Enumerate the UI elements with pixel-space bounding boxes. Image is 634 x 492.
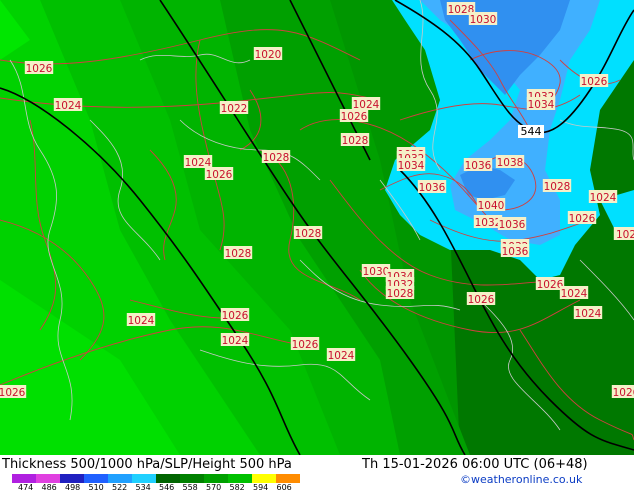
legend-swatch: [108, 474, 132, 483]
pressure-label: 1038: [497, 157, 524, 169]
pressure-label: 1026: [292, 339, 319, 351]
legend-tick: 510: [88, 483, 104, 492]
pressure-label: 1026: [468, 294, 495, 306]
legend-tick: 474: [18, 483, 34, 492]
pressure-label: 1022: [221, 103, 248, 115]
height-label-544: 544: [521, 125, 542, 138]
legend-swatch: [36, 474, 60, 483]
legend-swatch: [252, 474, 276, 483]
pressure-label: 1024: [575, 308, 602, 320]
pressure-label: 1026: [0, 387, 26, 399]
pressure-label: 1034: [528, 99, 555, 111]
legend-swatch: [132, 474, 156, 483]
legend-tick: 546: [159, 483, 175, 492]
pressure-label: 1020: [255, 49, 282, 61]
legend-tick: 570: [206, 483, 222, 492]
legend-swatch: [12, 474, 36, 483]
pressure-label: 1024: [561, 288, 588, 300]
legend-tick: 486: [41, 483, 57, 492]
pressure-label: 1040: [478, 200, 505, 212]
pressure-label: 1032: [475, 217, 502, 229]
credit-link[interactable]: ©weatheronline.co.uk: [460, 473, 582, 486]
map-footer: Thickness 500/1000 hPa/SLP/Height 500 hP…: [0, 455, 634, 492]
legend-swatch: [156, 474, 180, 483]
legend-swatch: [228, 474, 252, 483]
pressure-label: 1024: [55, 100, 82, 112]
legend-tick: 606: [276, 483, 292, 492]
pressure-label: 1028: [544, 181, 571, 193]
pressure-label: 1030: [470, 14, 497, 26]
pressure-label: 1030: [363, 266, 390, 278]
legend-tick: 594: [253, 483, 269, 492]
legend-tick: 582: [229, 483, 245, 492]
pressure-label: 1036: [465, 160, 492, 172]
pressure-label: 1028: [263, 152, 290, 164]
thickness-legend-bar: [12, 474, 300, 483]
legend-swatch: [60, 474, 84, 483]
pressure-label: 1026: [26, 63, 53, 75]
legend-tick: 534: [135, 483, 151, 492]
legend-swatch: [180, 474, 204, 483]
pressure-label: 1024: [222, 335, 249, 347]
pressure-label: 1026: [537, 279, 564, 291]
valid-time: Th 15-01-2026 06:00 UTC (06+48): [362, 457, 588, 472]
legend-swatch: [276, 474, 300, 483]
pressure-label: 102: [616, 229, 634, 241]
pressure-label: 1024: [328, 350, 355, 362]
pressure-label: 1024: [353, 99, 380, 111]
legend-tick: 498: [65, 483, 81, 492]
pressure-label: 1026: [222, 310, 249, 322]
pressure-label: 1028: [295, 228, 322, 240]
pressure-label: 1026: [206, 169, 233, 181]
pressure-label: 1026: [613, 387, 634, 399]
pressure-label: 1036: [502, 246, 529, 258]
pressure-label: 1028: [387, 288, 414, 300]
pressure-label: 1036: [499, 219, 526, 231]
pressure-label: 1028: [342, 135, 369, 147]
legend-swatch: [204, 474, 228, 483]
pressure-label: 1036: [419, 182, 446, 194]
pressure-label: 1024: [128, 315, 155, 327]
pressure-label: 1026: [581, 76, 608, 88]
pressure-label: 1024: [185, 157, 212, 169]
legend-tick: 558: [182, 483, 198, 492]
legend-swatch: [84, 474, 108, 483]
pressure-label: 1024: [590, 192, 617, 204]
pressure-label: 1028: [225, 248, 252, 260]
map-title: Thickness 500/1000 hPa/SLP/Height 500 hP…: [2, 457, 292, 472]
pressure-label: 1034: [398, 160, 425, 172]
weather-map: 544 1028 1030 1026 1020 1026 1024 1022 1024 1026…: [0, 0, 634, 455]
legend-tick: 522: [112, 483, 128, 492]
pressure-label: 1026: [569, 213, 596, 225]
pressure-label: 1026: [341, 111, 368, 123]
